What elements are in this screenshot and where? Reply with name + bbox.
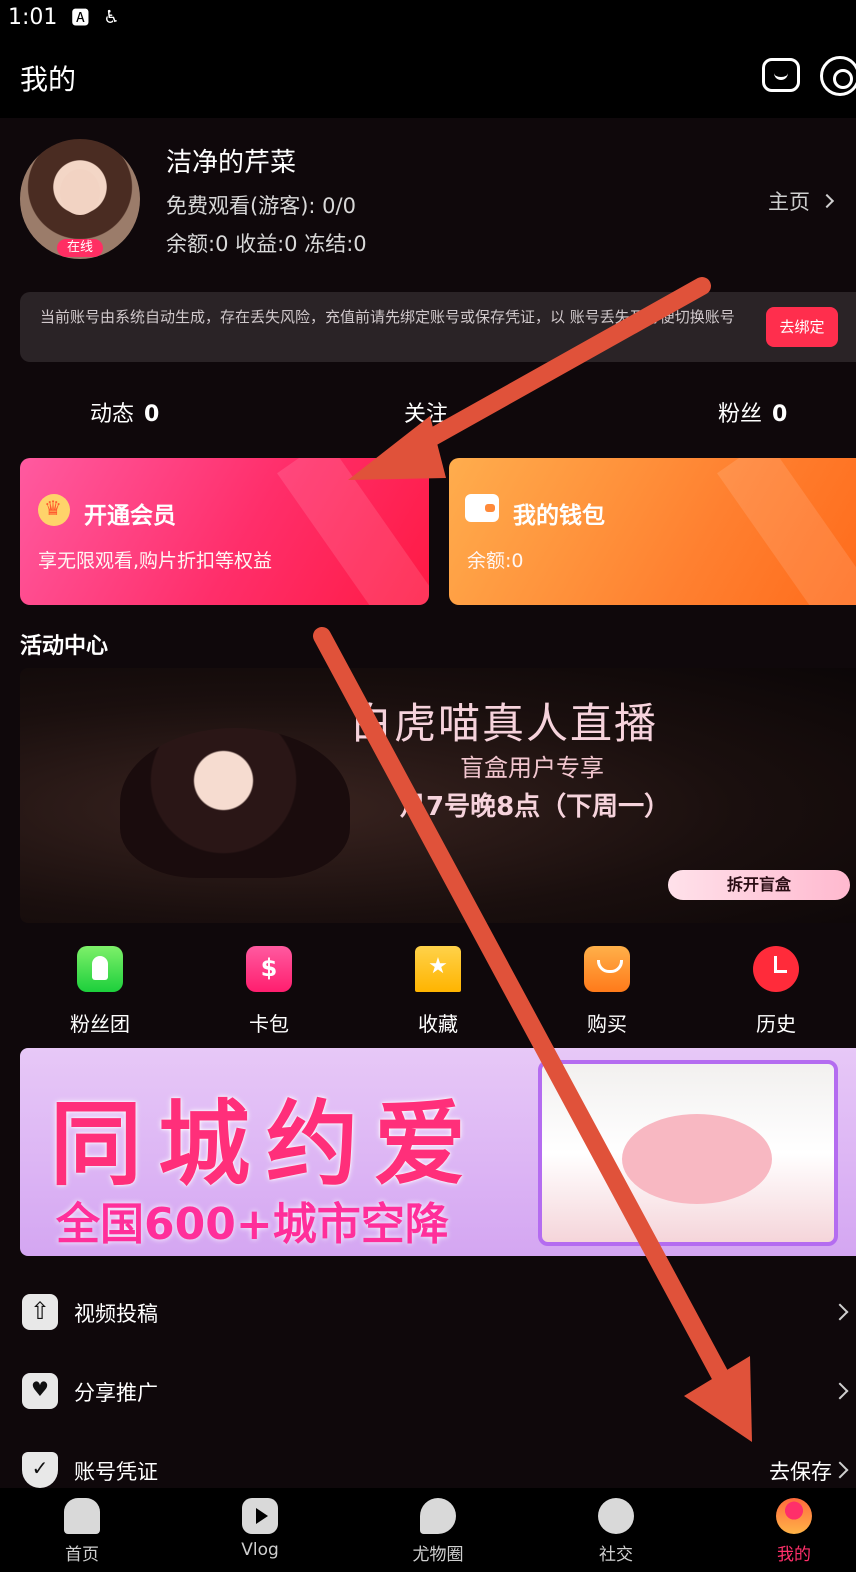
crown-icon	[38, 494, 70, 526]
menu-label: 分享推广	[74, 1381, 158, 1405]
activity-center-title: 活动中心	[20, 634, 109, 659]
wallet-card[interactable]: 我的钱包 余额:0	[449, 458, 856, 605]
banner-title: 白虎喵真人直播	[350, 699, 659, 748]
quick-link-history[interactable]: 历史	[721, 946, 831, 1037]
chevron-right-icon	[831, 1382, 849, 1400]
chevron-right-icon	[831, 1461, 849, 1479]
menu-item-credential[interactable]: 账号凭证 去保存	[0, 1442, 856, 1488]
nav-label: 尤物圈	[412, 1545, 464, 1565]
nav-label: 首页	[65, 1545, 99, 1565]
promo-banner[interactable]: 同城约爱 全国600+城市空降	[20, 1048, 856, 1256]
online-badge: 在线	[57, 239, 103, 257]
menu-label: 视频投稿	[74, 1302, 158, 1326]
history-icon	[753, 946, 799, 992]
promo-photo	[538, 1060, 838, 1246]
quick-link-buy[interactable]: 购买	[552, 946, 662, 1037]
stat-value: 0	[144, 402, 160, 427]
shopping-bag-icon	[584, 946, 630, 992]
nav-vlog[interactable]: Vlog	[200, 1498, 320, 1560]
nav-label: Vlog	[241, 1540, 279, 1560]
account-notice: 当前账号由系统自动生成，存在丢失风险，充值前请先绑定账号或保存凭证，以 账号丢失…	[20, 292, 856, 362]
page-title: 我的	[20, 63, 77, 96]
status-time: 1:01	[8, 4, 58, 30]
nav-label: 我的	[777, 1545, 811, 1565]
homepage-link[interactable]: 主页	[768, 186, 835, 216]
keyboard-icon: 🅰	[71, 8, 90, 29]
quick-link-card[interactable]: 卡包	[214, 946, 324, 1037]
fans-icon	[77, 946, 123, 992]
nav-social[interactable]: 社交	[556, 1498, 676, 1565]
banner-subtitle: 盲盒用户专享	[460, 754, 604, 782]
app-header: 我的	[0, 34, 856, 118]
nav-mine[interactable]: 我的	[734, 1498, 854, 1565]
menu-item-share[interactable]: 分享推广	[0, 1363, 856, 1423]
favorite-icon	[415, 946, 461, 992]
free-watch-info: 免费观看(游客): 0/0	[166, 194, 356, 218]
save-credential-link[interactable]: 去保存	[769, 1456, 832, 1486]
menu-label: 账号凭证	[74, 1460, 158, 1484]
stat-value: 0	[772, 402, 788, 427]
quick-link-fans[interactable]: 粉丝团	[45, 946, 155, 1037]
card-icon	[246, 946, 292, 992]
profile-content: 在线 洁净的芹菜 免费观看(游客): 0/0 余额:0 收益:0 冻结:0 主页…	[0, 118, 856, 1488]
quick-link-favorite[interactable]: 收藏	[383, 946, 493, 1037]
stat-following[interactable]: 关注	[404, 396, 458, 428]
stat-posts[interactable]: 动态 0	[90, 396, 159, 428]
stat-label: 粉丝	[718, 402, 763, 427]
stats-row: 动态 0 关注 粉丝 0	[0, 396, 856, 436]
status-bar: 1:01 🅰 ♿	[0, 0, 856, 34]
bind-account-button[interactable]: 去绑定	[766, 307, 838, 347]
wallet-balance: 余额:0	[467, 550, 524, 572]
stat-label: 关注	[404, 402, 449, 427]
vip-subtitle: 享无限观看,购片折扣等权益	[38, 550, 273, 572]
stat-followers[interactable]: 粉丝 0	[718, 396, 787, 428]
username: 洁净的芹菜	[166, 148, 297, 178]
profile-icon	[776, 1498, 812, 1534]
vip-card[interactable]: 开通会员 享无限观看,购片折扣等权益	[20, 458, 429, 605]
share-icon	[22, 1373, 58, 1409]
promo-subtitle: 全国600+城市空降	[56, 1199, 449, 1250]
planet-icon	[598, 1498, 634, 1534]
play-icon	[242, 1498, 278, 1534]
nav-circle[interactable]: 尤物圈	[378, 1498, 498, 1565]
homepage-label: 主页	[768, 190, 810, 214]
balance-info: 余额:0 收益:0 冻结:0	[166, 232, 367, 256]
quick-link-label: 粉丝团	[70, 1012, 130, 1036]
quick-link-label: 历史	[756, 1012, 796, 1036]
open-blindbox-button[interactable]: 拆开盲盒	[668, 870, 850, 900]
bottom-nav: 首页 Vlog 尤物圈 社交 我的	[0, 1488, 856, 1572]
wallet-title: 我的钱包	[513, 503, 605, 529]
chevron-right-icon	[831, 1303, 849, 1321]
upload-icon	[22, 1294, 58, 1330]
chevron-right-icon	[819, 193, 835, 209]
quick-link-label: 卡包	[249, 1012, 289, 1036]
promo-title: 同城约爱	[50, 1091, 483, 1198]
banner-photo	[120, 728, 350, 878]
quick-link-label: 收藏	[418, 1012, 458, 1036]
wallet-icon	[465, 494, 499, 522]
home-icon	[64, 1498, 100, 1534]
banner-date: 月7号晚8点（下周一）	[400, 792, 671, 822]
heart-circle-icon	[420, 1498, 456, 1534]
vip-title: 开通会员	[84, 503, 176, 529]
menu-item-upload[interactable]: 视频投稿	[0, 1284, 856, 1344]
settings-icon[interactable]	[820, 56, 856, 96]
notice-text: 当前账号由系统自动生成，存在丢失风险，充值前请先绑定账号或保存凭证，以 账号丢失…	[40, 308, 735, 326]
activity-banner[interactable]: 白虎喵真人直播 盲盒用户专享 月7号晚8点（下周一） 拆开盲盒	[20, 668, 856, 923]
stat-label: 动态	[90, 402, 135, 427]
nav-label: 社交	[599, 1545, 633, 1565]
nav-home[interactable]: 首页	[22, 1498, 142, 1565]
quick-link-label: 购买	[587, 1012, 627, 1036]
shield-icon	[22, 1452, 58, 1488]
accessibility-icon: ♿	[103, 6, 120, 28]
message-icon[interactable]	[762, 58, 800, 92]
